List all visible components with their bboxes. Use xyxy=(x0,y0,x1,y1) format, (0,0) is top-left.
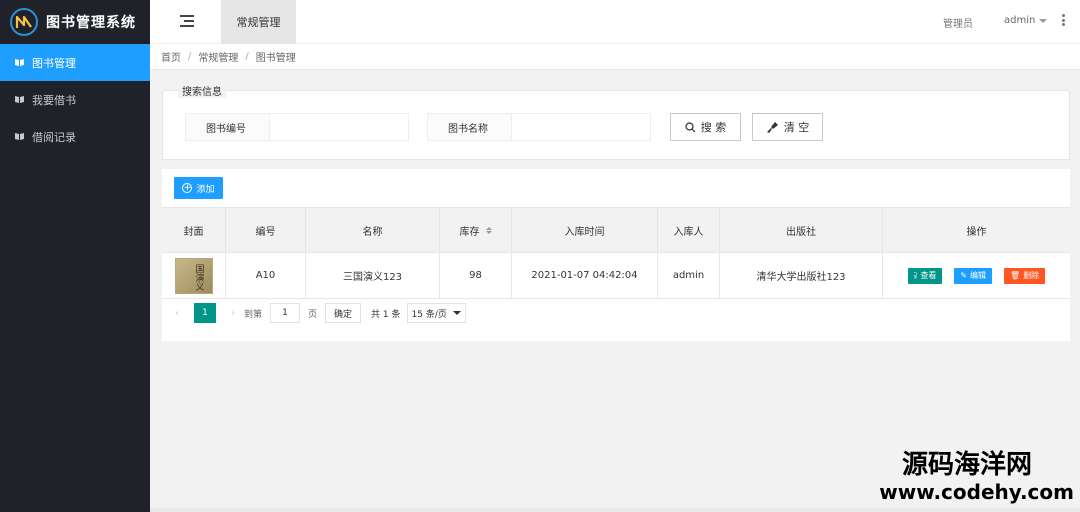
book-name-label: 图书名称 xyxy=(427,113,512,141)
delete-button[interactable]: 🗑 删除 xyxy=(1004,267,1046,284)
cell-name: 三国演义123 xyxy=(306,253,440,298)
breadcrumb-separator: / xyxy=(245,51,249,62)
search-button[interactable]: 搜 索 xyxy=(670,113,741,141)
edit-button-label: 编辑 xyxy=(970,271,987,280)
cell-operator: admin xyxy=(658,253,720,298)
breadcrumb-home[interactable]: 首页 xyxy=(161,49,181,64)
column-header-operator: 入库人 xyxy=(658,208,720,252)
column-header-stock-label: 库存 xyxy=(459,226,480,238)
book-cover-text: 国演义 xyxy=(193,263,204,291)
total-count: 共 1 条 xyxy=(371,309,401,320)
table-row: 国演义 A10 三国演义123 98 2021-01-07 04:42:04 a… xyxy=(162,253,1070,299)
app-logo[interactable]: 图书管理系统 xyxy=(0,0,150,44)
share-icon: ⫌ xyxy=(913,270,918,280)
chevron-down-icon xyxy=(452,311,461,315)
pagination: ‹ 1 › 到第 1 页 确定 共 1 条 15 条/页 xyxy=(170,303,466,323)
watermark-url: www.codehy.com xyxy=(879,480,1074,504)
tab-general-management[interactable]: 常规管理 xyxy=(221,0,296,44)
column-header-cover: 封面 xyxy=(162,208,226,252)
pencil-icon: ✎ xyxy=(960,271,968,280)
app-title: 图书管理系统 xyxy=(46,15,136,31)
book-id-label: 图书编号 xyxy=(185,113,270,141)
book-icon xyxy=(14,58,25,67)
clear-button[interactable]: 清 空 xyxy=(752,113,823,141)
page-current[interactable]: 1 xyxy=(194,303,216,323)
cell-id: A10 xyxy=(226,253,306,298)
column-header-id: 编号 xyxy=(226,208,306,252)
delete-button-label: 删除 xyxy=(1023,271,1040,280)
cell-stock: 98 xyxy=(440,253,512,298)
breadcrumb-separator: / xyxy=(188,51,192,62)
breadcrumb-current: 图书管理 xyxy=(255,53,296,64)
column-header-publisher: 出版社 xyxy=(720,208,883,252)
book-name-input[interactable] xyxy=(511,113,651,141)
sort-icon[interactable] xyxy=(485,226,492,234)
sidebar-item-label: 图书管理 xyxy=(32,56,76,70)
column-header-name: 名称 xyxy=(306,208,440,252)
watermark-title: 源码海洋网 xyxy=(901,450,1032,480)
more-vertical-icon[interactable] xyxy=(1062,14,1065,26)
page-size-value: 15 条/页 xyxy=(411,309,447,320)
add-button[interactable]: + 添加 xyxy=(174,177,223,199)
prev-page-icon[interactable]: ‹ xyxy=(170,308,184,319)
search-legend: 搜索信息 xyxy=(178,83,226,98)
brush-icon xyxy=(766,121,778,133)
column-header-actions: 操作 xyxy=(966,226,987,238)
book-icon xyxy=(14,95,25,104)
edit-button[interactable]: ✎ 编辑 xyxy=(954,267,993,284)
user-name: admin xyxy=(1004,15,1036,26)
view-button[interactable]: ⫌ 查看 xyxy=(907,267,943,284)
breadcrumb: 首页 / 常规管理 / 图书管理 xyxy=(150,44,1080,70)
view-button-label: 查看 xyxy=(920,271,937,280)
book-cover-image[interactable]: 国演义 xyxy=(174,257,213,294)
user-menu[interactable]: admin xyxy=(1004,15,1048,26)
plus-circle-icon: + xyxy=(182,183,193,193)
book-id-input[interactable] xyxy=(269,113,409,141)
cell-publisher: 清华大学出版社123 xyxy=(720,253,883,298)
add-button-label: 添加 xyxy=(196,184,215,195)
trash-icon: 🗑 xyxy=(1010,271,1021,280)
goto-page-input[interactable]: 1 xyxy=(270,303,301,323)
clear-button-label: 清 空 xyxy=(783,121,810,134)
cell-time: 2021-01-07 04:42:04 xyxy=(512,253,658,298)
sidebar: 图书管理系统 图书管理 我要借书 借阅记录 xyxy=(0,0,150,512)
sidebar-item-label: 我要借书 xyxy=(32,93,76,107)
sidebar-item-label: 借阅记录 xyxy=(32,130,76,144)
column-header-time: 入库时间 xyxy=(512,208,658,252)
goto-prefix: 到第 xyxy=(244,309,263,320)
page-size-select[interactable]: 15 条/页 xyxy=(406,303,466,323)
top-header: 常规管理 管理员 admin xyxy=(150,0,1080,44)
user-role: 管理员 xyxy=(943,19,973,30)
cell-actions: ⫌ 查看 ✎ 编辑 🗑 删除 xyxy=(883,253,1070,298)
book-icon xyxy=(14,132,25,141)
goto-confirm-button[interactable]: 确定 xyxy=(325,303,362,323)
search-icon xyxy=(685,121,696,132)
breadcrumb-section[interactable]: 常规管理 xyxy=(198,49,238,64)
caret-down-icon xyxy=(1039,18,1048,23)
column-header-stock[interactable]: 库存 xyxy=(440,208,512,252)
search-button-label: 搜 索 xyxy=(700,121,727,134)
next-page-icon[interactable]: › xyxy=(226,308,240,319)
menu-toggle-icon[interactable] xyxy=(180,15,194,27)
goto-suffix: 页 xyxy=(308,309,318,320)
content-bottom-border xyxy=(150,508,1080,512)
sidebar-item-borrow-book[interactable]: 我要借书 xyxy=(0,81,150,118)
sidebar-item-book-management[interactable]: 图书管理 xyxy=(0,44,150,81)
cover-cell: 国演义 xyxy=(162,253,226,298)
watermark: 源码海洋网 www.codehy.com xyxy=(879,450,1074,504)
sidebar-item-borrow-records[interactable]: 借阅记录 xyxy=(0,118,150,155)
table-header: 封面 编号 名称 库存 入库时间 入库人 出版社 操作 xyxy=(162,207,1070,253)
logo-icon xyxy=(10,8,38,36)
